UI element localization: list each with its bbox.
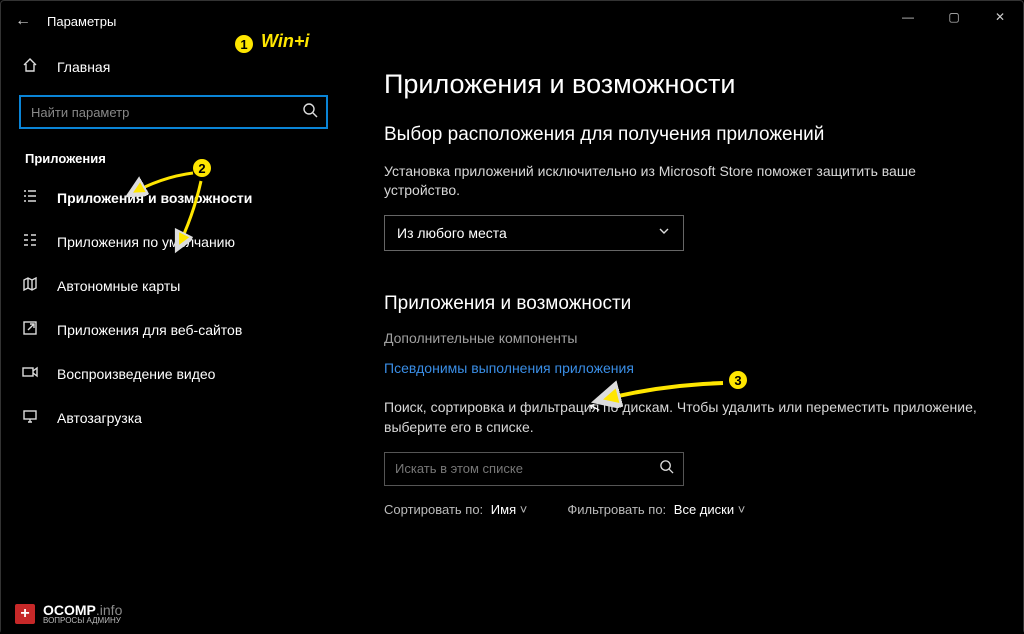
window-controls: ― ▢ ✕ <box>885 1 1023 33</box>
app-source-select[interactable]: Из любого места <box>384 215 684 251</box>
minimize-button[interactable]: ― <box>885 1 931 33</box>
filter-search-wrap <box>384 452 684 486</box>
annotation-badge-1: 1 <box>233 33 255 55</box>
settings-window: ← Параметры ― ▢ ✕ Главная Приложения <box>0 0 1024 634</box>
section-heading-source: Выбор расположения для получения приложе… <box>384 122 993 148</box>
annotation-shortcut-text: Win+i <box>261 31 309 52</box>
page-title: Приложения и возможности <box>384 69 993 100</box>
optional-components-link[interactable]: Дополнительные компоненты <box>384 330 993 346</box>
main-content: Приложения и возможности Выбор расположе… <box>346 41 1023 634</box>
open-icon <box>19 320 41 340</box>
search-input[interactable] <box>19 95 328 129</box>
chevron-down-icon: ˅ <box>738 502 746 517</box>
section-text-source: Установка приложений исключительно из Mi… <box>384 162 993 201</box>
map-icon <box>19 276 41 296</box>
sort-value: Имя <box>491 502 516 517</box>
watermark-sub: ВОПРОСЫ АДМИНУ <box>43 616 122 625</box>
nav-apps-for-websites[interactable]: Приложения для веб-сайтов <box>1 308 346 352</box>
filter-value: Все диски <box>674 502 734 517</box>
sidebar-section-apps: Приложения <box>1 137 346 176</box>
defaults-icon <box>19 232 41 252</box>
nav-startup[interactable]: Автозагрузка <box>1 396 346 440</box>
nav-home-label: Главная <box>57 59 110 75</box>
nav-item-label: Автозагрузка <box>57 410 142 426</box>
execution-aliases-link[interactable]: Псевдонимы выполнения приложения <box>384 360 993 376</box>
nav-item-label: Приложения по умолчанию <box>57 234 235 250</box>
watermark: + OCOMP.info ВОПРОСЫ АДМИНУ <box>15 602 122 625</box>
nav-item-label: Автономные карты <box>57 278 180 294</box>
chevron-down-icon <box>657 224 671 241</box>
chevron-down-icon: ˅ <box>520 502 528 517</box>
back-button[interactable]: ← <box>7 12 39 30</box>
home-icon <box>19 57 41 77</box>
filter-label: Фильтровать по: <box>567 502 666 517</box>
sort-label: Сортировать по: <box>384 502 483 517</box>
nav-default-apps[interactable]: Приложения по умолчанию <box>1 220 346 264</box>
nav-offline-maps[interactable]: Автономные карты <box>1 264 346 308</box>
watermark-plus-icon: + <box>15 604 35 624</box>
sidebar: Главная Приложения Приложения и возможно… <box>1 41 346 634</box>
annotation-badge-2: 2 <box>191 157 213 179</box>
nav-item-label: Приложения и возможности <box>57 190 252 206</box>
sort-control[interactable]: Сортировать по: Имя ˅ <box>384 502 527 517</box>
close-button[interactable]: ✕ <box>977 1 1023 33</box>
search-icon <box>302 102 318 121</box>
nav-video-playback[interactable]: Воспроизведение видео <box>1 352 346 396</box>
startup-icon <box>19 408 41 428</box>
app-filter-input[interactable] <box>384 452 684 486</box>
section-heading-apps: Приложения и возможности <box>384 291 993 317</box>
titlebar: ← Параметры ― ▢ ✕ <box>1 1 1023 41</box>
filter-control[interactable]: Фильтровать по: Все диски ˅ <box>567 502 745 517</box>
nav-item-label: Воспроизведение видео <box>57 366 215 382</box>
filter-description: Поиск, сортировка и фильтрация по дискам… <box>384 398 993 437</box>
maximize-button[interactable]: ▢ <box>931 1 977 33</box>
sort-filter-line: Сортировать по: Имя ˅ Фильтровать по: Вс… <box>384 502 993 517</box>
search-icon <box>659 459 674 477</box>
select-value: Из любого места <box>397 225 507 241</box>
nav-item-label: Приложения для веб-сайтов <box>57 322 242 338</box>
annotation-badge-3: 3 <box>727 369 749 391</box>
window-title: Параметры <box>47 14 116 29</box>
list-icon <box>19 188 41 208</box>
nav-apps-features[interactable]: Приложения и возможности <box>1 176 346 220</box>
search-wrap <box>19 95 328 129</box>
video-icon <box>19 364 41 384</box>
